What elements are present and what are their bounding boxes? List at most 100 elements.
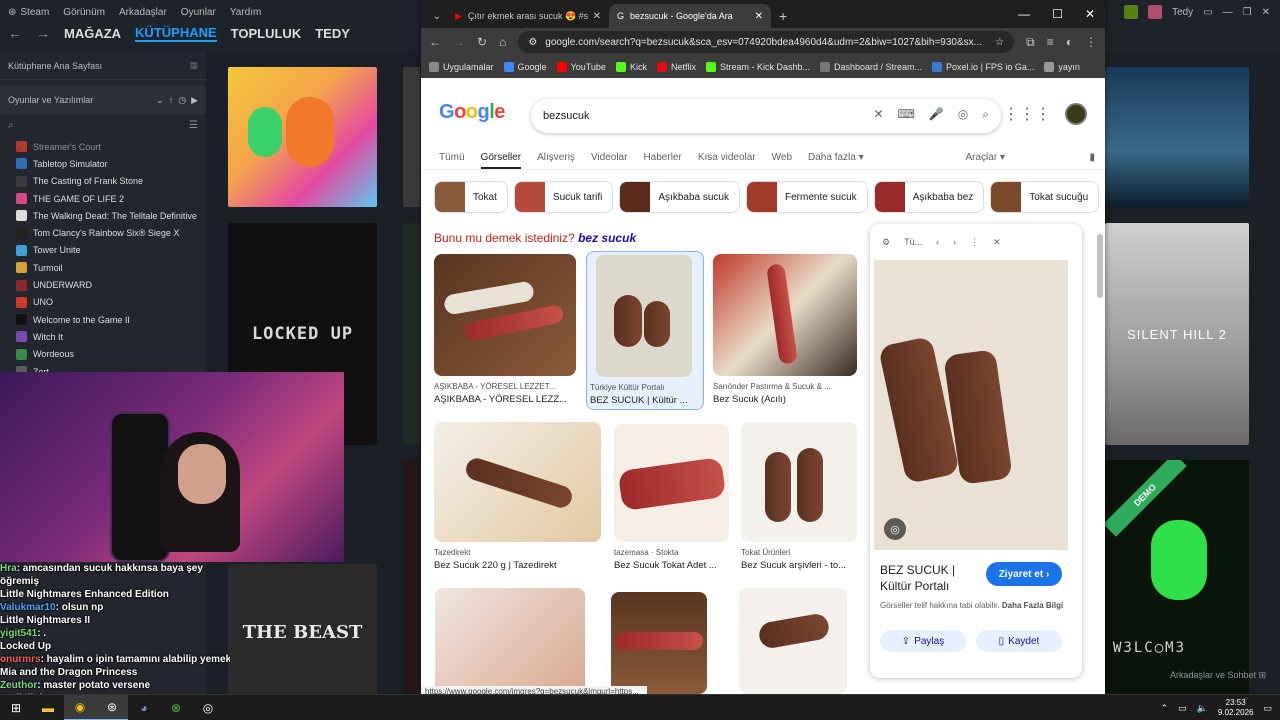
preview-title[interactable]: BEZ SUCUK | Kültür Portalı	[880, 562, 980, 594]
tools-button[interactable]: Araçlar ▾	[966, 152, 1006, 163]
bookmark-item[interactable]: YouTube	[556, 62, 606, 72]
result-title[interactable]: Bez Sucuk Tokat Adet ...	[614, 560, 729, 571]
library-search[interactable]: ⌕ ☰	[0, 114, 206, 136]
clock[interactable]: 23:53 9.02.2026	[1218, 698, 1254, 718]
steam-menu-friends[interactable]: Arkadaşlar	[119, 7, 167, 18]
learn-more-link[interactable]: Daha Fazla Bilgi	[1002, 601, 1063, 610]
forward-arrow-icon[interactable]: →	[36, 25, 50, 41]
steam-menu-games[interactable]: Oyunlar	[181, 7, 216, 18]
previous-icon[interactable]: ‹	[936, 237, 939, 247]
bookmark-item[interactable]: Kick	[615, 62, 647, 72]
back-icon[interactable]: ←	[429, 35, 441, 49]
steam-menu-view[interactable]: Görünüm	[63, 7, 105, 18]
obs-taskbar-button[interactable]: ◎	[192, 695, 224, 720]
game-tile-little-nightmares[interactable]	[1105, 67, 1249, 207]
refinement-chip[interactable]: Sucuk tarifi	[513, 181, 614, 213]
save-button[interactable]: ▯ Kaydet	[976, 630, 1062, 652]
refinement-chip[interactable]: Aşıkbaba bez	[873, 181, 985, 213]
game-list-item[interactable]: UNO	[16, 294, 206, 311]
nav-library[interactable]: KÜTÜPHANE	[135, 25, 217, 42]
image-result[interactable]: Tazedirekt Bez Sucuk 220 g | Tazedirekt	[434, 422, 601, 571]
next-icon[interactable]: ›	[953, 237, 956, 247]
reload-icon[interactable]: ↻	[477, 35, 487, 49]
nav-store[interactable]: MAĞAZA	[64, 26, 121, 41]
chrome-menu-icon[interactable]: ⋮	[1085, 35, 1097, 49]
game-list-item[interactable]: The Walking Dead: The Telltale Definitiv…	[16, 207, 206, 224]
lens-search-icon[interactable]: ◎	[884, 518, 906, 540]
tab-close-icon[interactable]: ✕	[593, 11, 601, 22]
chrome-taskbar-button[interactable]: ◉	[64, 694, 96, 720]
lens-icon[interactable]: ◎	[958, 107, 968, 122]
image-result[interactable]: Tokat Ürünleri Bez Sucuk arşivleri - to.…	[741, 422, 857, 571]
game-list-item[interactable]: Tower Unite	[16, 242, 206, 259]
game-list-item[interactable]: Turmoil	[16, 259, 206, 276]
result-title[interactable]: Bez Sucuk (Acılı)	[713, 394, 857, 405]
user-avatar[interactable]	[1148, 5, 1163, 19]
tray-chevron-icon[interactable]: ⌃	[1161, 703, 1169, 714]
image-result[interactable]	[435, 588, 585, 694]
tab-close-icon[interactable]: ✕	[755, 11, 763, 22]
filter-icon[interactable]: ☰	[189, 120, 198, 131]
game-list-item[interactable]: THE GAME OF LIFE 2	[16, 190, 206, 207]
minimize-icon[interactable]: —	[1018, 7, 1030, 21]
tab-search-icon[interactable]: ⌄	[427, 4, 447, 28]
search-input[interactable]: bezsucuk ✕ ⌨ 🎤 ◎ ⌕	[531, 99, 1001, 133]
image-result[interactable]: AŞIKBABA - YÖRESEL LEZZET... AŞIKBABA - …	[434, 254, 576, 405]
refinement-chip[interactable]: Tokat sucuğu	[990, 181, 1100, 213]
clear-icon[interactable]: ✕	[873, 107, 883, 122]
visit-button[interactable]: Ziyaret et ›	[986, 562, 1062, 586]
steam-user-name[interactable]: Tedy	[1172, 7, 1193, 18]
bookmark-item[interactable]: Uygulamalar	[429, 62, 494, 72]
nav-community[interactable]: TOPLULUK	[231, 26, 302, 41]
image-result[interactable]: Sarıönder Pastırma & Sucuk & ... Bez Suc…	[713, 254, 857, 405]
network-icon[interactable]: ▭	[1178, 703, 1187, 714]
notifications-icon[interactable]: ▭	[1263, 703, 1272, 714]
bookmark-item[interactable]: Google	[503, 62, 547, 72]
image-result[interactable]	[611, 592, 707, 694]
game-list-item[interactable]: Tabletop Simulator	[16, 155, 206, 172]
tab-images[interactable]: Görseller	[480, 152, 522, 169]
game-list-item[interactable]: UNDERWARD	[16, 276, 206, 293]
forward-icon[interactable]: →	[453, 35, 465, 49]
extensions-icon[interactable]: ⧉	[1026, 35, 1035, 50]
account-avatar[interactable]	[1065, 103, 1087, 125]
tab-google[interactable]: G bezsucuk - Google'da Ara ✕	[609, 4, 771, 28]
profile-icon[interactable]: ◐	[1066, 35, 1073, 49]
page-scrollbar[interactable]	[1097, 234, 1103, 298]
close-icon[interactable]: ✕	[1085, 7, 1095, 21]
bookmark-item[interactable]: Netflix	[656, 62, 696, 72]
steam-menu-help[interactable]: Yardım	[230, 7, 262, 18]
result-title[interactable]: Bez Sucuk 220 g | Tazedirekt	[434, 560, 601, 571]
file-explorer-button[interactable]: ▬	[32, 695, 64, 720]
game-tile-beast[interactable]: THE BEAST	[228, 564, 377, 700]
game-list-item[interactable]: Wordeous	[16, 346, 206, 363]
notification-icon[interactable]	[1124, 5, 1139, 19]
refinement-chip[interactable]: Fermente sucuk	[745, 181, 868, 213]
image-result[interactable]: tazemasa · Stokta Bez Sucuk Tokat Adet .…	[614, 424, 729, 571]
tab-more[interactable]: Daha fazla ▾	[808, 152, 864, 163]
bookmark-item[interactable]: Poxel.io | FPS io Ga...	[932, 62, 1034, 72]
preview-image[interactable]: ◎	[874, 260, 1068, 550]
back-arrow-icon[interactable]: ←	[8, 25, 22, 41]
restore-icon[interactable]: ❐	[1243, 7, 1252, 18]
share-button[interactable]: ⇪ Paylaş	[880, 630, 966, 652]
search-icon[interactable]: ⌕	[982, 107, 989, 122]
game-list-item[interactable]: Streamer's Court	[16, 138, 206, 155]
bookmark-item[interactable]: yayın	[1044, 62, 1080, 72]
game-list-item[interactable]: Witch It	[16, 328, 206, 345]
xbox-taskbar-button[interactable]: ⊗	[160, 695, 192, 720]
keyboard-icon[interactable]: ⌨	[898, 107, 915, 122]
home-icon[interactable]: ⌂	[499, 35, 506, 49]
bookmark-item[interactable]: Stream - Kick Dashb...	[705, 62, 810, 72]
steam-taskbar-button[interactable]: ⊛	[96, 694, 128, 720]
tab-videos[interactable]: Videolar	[591, 152, 628, 163]
close-preview-icon[interactable]: ✕	[993, 237, 1001, 248]
game-tile-partial-3[interactable]	[403, 460, 420, 700]
game-list-item[interactable]: Tom Clancy's Rainbow Six® Siege X	[16, 224, 206, 241]
grid-icon[interactable]: ▦	[189, 60, 198, 71]
media-icon[interactable]: ≡	[1047, 35, 1054, 49]
tab-all[interactable]: Tümü	[439, 152, 465, 163]
result-title[interactable]: AŞIKBABA - YÖRESEL LEZZ...	[434, 394, 576, 405]
volume-icon[interactable]: 🔈	[1197, 703, 1208, 714]
tab-youtube[interactable]: ▶ Çıtır ekmek arası sucuk 😍 #su ✕	[447, 4, 609, 28]
